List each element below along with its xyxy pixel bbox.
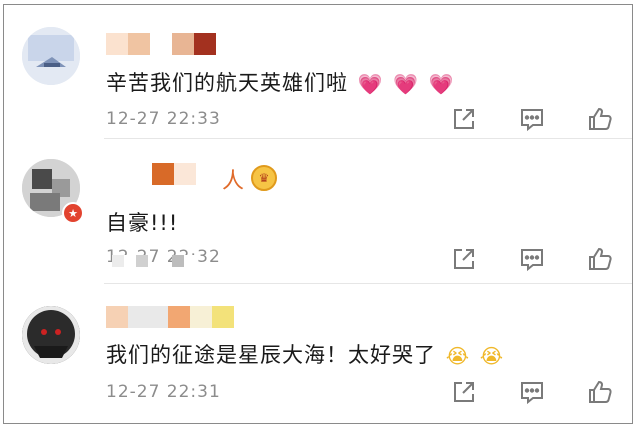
comment-actions bbox=[450, 105, 614, 133]
heart-emoji-icon: 💗 bbox=[393, 72, 420, 96]
username-blurred[interactable] bbox=[106, 33, 216, 55]
username-blurred[interactable] bbox=[106, 306, 234, 328]
comment-timestamp: 12-27 22:31 bbox=[106, 382, 221, 402]
comment-timestamp: 12-27 22:33 bbox=[106, 109, 221, 129]
vip-crown-icon: ♛ bbox=[251, 165, 277, 191]
avatar[interactable] bbox=[22, 306, 80, 364]
comment-actions bbox=[450, 245, 614, 273]
avatar-image bbox=[22, 27, 80, 85]
username-suffix[interactable]: 人 bbox=[222, 163, 244, 195]
crying-emoji-icon: 😭 bbox=[479, 344, 505, 368]
heart-emoji-icon: 💗 bbox=[428, 72, 455, 96]
comment-item: 辛苦我们的航天英雄们啦 💗 💗 💗 12-27 22:33 bbox=[4, 5, 632, 139]
comment-text: 自豪!!! bbox=[106, 211, 179, 235]
comment-icon[interactable] bbox=[518, 378, 546, 406]
comment-text: 我们的征途是星辰大海！太好哭了 😭 😭 bbox=[106, 339, 504, 369]
username-blurred[interactable] bbox=[106, 163, 196, 185]
comment-icon[interactable] bbox=[518, 245, 546, 273]
comment-icon[interactable] bbox=[518, 105, 546, 133]
crying-emoji-icon: 😭 bbox=[445, 344, 471, 368]
comment-item: 我们的征途是星辰大海！太好哭了 😭 😭 12-27 22:31 bbox=[4, 284, 632, 423]
comment-list: 辛苦我们的航天英雄们啦 💗 💗 💗 12-27 22:33 ★ 人 ♛ 自豪!!… bbox=[3, 4, 633, 424]
comment-item: ★ 人 ♛ 自豪!!! 12-27 22:32 bbox=[4, 139, 632, 284]
comment-body: 辛苦我们的航天英雄们啦 bbox=[106, 71, 348, 95]
heart-emoji-icon: 💗 bbox=[357, 72, 384, 96]
share-icon[interactable] bbox=[450, 245, 478, 273]
like-icon[interactable] bbox=[586, 245, 614, 273]
like-icon[interactable] bbox=[586, 105, 614, 133]
comment-actions bbox=[450, 378, 614, 406]
share-icon[interactable] bbox=[450, 105, 478, 133]
share-icon[interactable] bbox=[450, 378, 478, 406]
like-icon[interactable] bbox=[586, 378, 614, 406]
mosaic-overlay bbox=[172, 255, 196, 267]
mosaic-overlay bbox=[112, 255, 148, 267]
comment-text: 辛苦我们的航天英雄们啦 💗 💗 💗 bbox=[106, 67, 455, 97]
verified-badge-icon: ★ bbox=[62, 202, 84, 224]
avatar[interactable] bbox=[22, 27, 80, 85]
avatar-image bbox=[22, 306, 80, 364]
comment-body: 我们的征途是星辰大海！太好哭了 bbox=[106, 343, 436, 367]
